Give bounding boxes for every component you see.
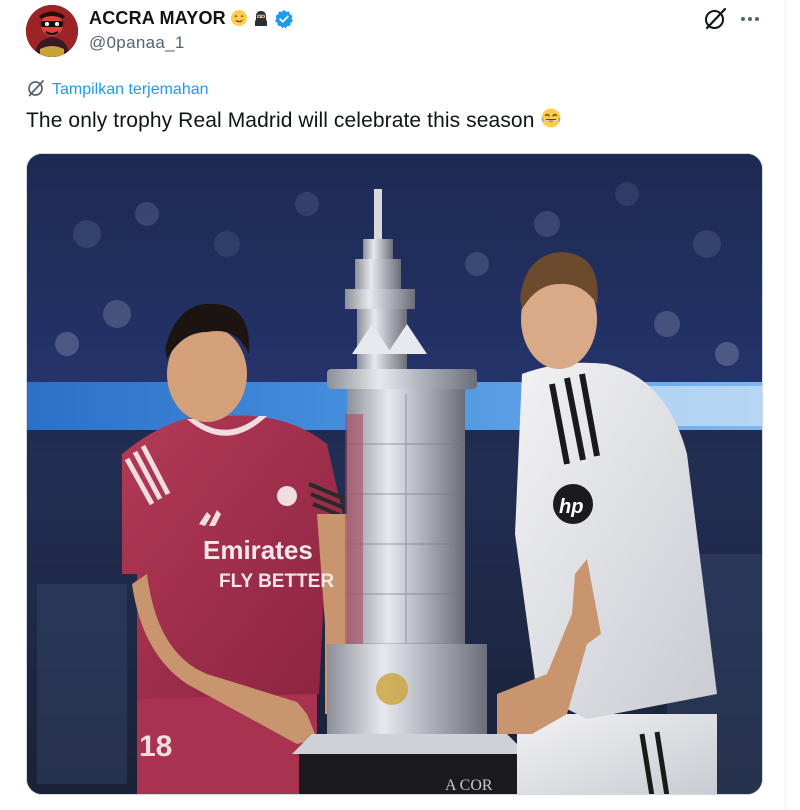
verified-badge-icon[interactable] [274,9,293,29]
translate-link[interactable]: Tampilkan terjemahan [26,79,209,101]
tweet-text-content: The only trophy Real Madrid will celebra… [26,109,535,132]
trophy-base-text: A COR [445,777,493,794]
author-name-row[interactable]: ACCRA MAYOR [89,6,293,30]
grok-icon[interactable] [702,6,728,32]
translate-icon [26,78,46,103]
left-shirt-sponsor-line1: Emirates [203,535,313,565]
more-icon[interactable] [737,6,763,32]
ninja-emoji [252,9,270,27]
left-shirt-sponsor-line2: FLY BETTER [219,571,334,592]
right-shirt-logo: hp [559,496,583,518]
avatar[interactable] [26,5,78,57]
face-with-tears-of-joy-emoji [540,107,562,135]
tweet-photo[interactable]: Emirates FLY BETTER 18 A COR hp [26,153,763,795]
left-shorts-number: 18 [139,730,172,763]
author-handle[interactable]: @0panaa_1 [89,33,185,53]
tweet-card: ACCRA MAYOR @0panaa_1 Tampilkan terjemah… [0,0,800,810]
smiling-face-with-tear-emoji [230,9,248,27]
translate-label[interactable]: Tampilkan terjemahan [52,81,209,99]
tweet-text: The only trophy Real Madrid will celebra… [26,107,562,135]
author-display-name[interactable]: ACCRA MAYOR [89,8,226,29]
column-divider [785,0,786,810]
photo-players-with-trophy: Emirates FLY BETTER 18 A COR hp [27,154,762,794]
avatar-image [26,5,78,57]
